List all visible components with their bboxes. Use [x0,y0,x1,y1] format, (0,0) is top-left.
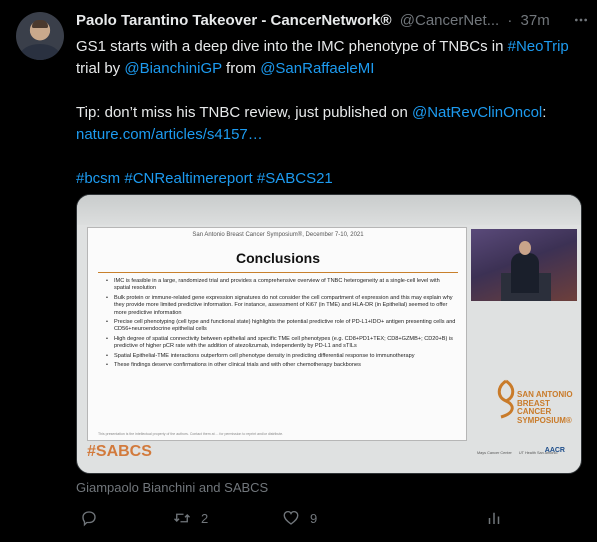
like-count: 9 [310,510,318,526]
speaker-video [471,229,577,301]
author-name[interactable]: Paolo Tarantino Takeover - CancerNetwork… [76,12,392,29]
slide-footer: This presentation is the intellectual pr… [98,432,284,436]
sabcs-hashtag-banner: #SABCS [87,443,152,460]
avatar-hair [32,20,48,28]
slide-bullet: IMC is feasible in a large, randomized t… [106,278,456,293]
analytics-icon [488,512,500,524]
slide-divider [98,272,458,273]
tweet-line-3: Tip: don’t miss his TNBC review, just pu… [76,102,576,124]
tweet-text-segment: Tip: don’t miss his TNBC review, just pu… [76,104,412,121]
speaker-head [519,241,531,255]
reply-icon [82,511,96,527]
slide-bullet: Spatial Epithelial-TME interactions outp… [106,353,456,361]
hashtag-neotrip-link[interactable]: #NeoTrip [508,38,569,55]
retweet-count: 2 [201,510,209,526]
mention-natrevclinoncol-link[interactable]: @NatRevClinOncol [412,104,542,121]
mention-bianchinigp-link[interactable]: @BianchiniGP [124,60,222,77]
sabcs-logo-text: SAN ANTONIO BREAST CANCER SYMPOSIUM® [517,390,573,425]
like-button[interactable]: 9 [282,508,317,528]
slide-bullet: Precise cell phenotyping (cell type and … [106,319,456,334]
retweet-icon [174,513,190,523]
partner-logos: Mays Cancer Center UT Health San Antonio… [477,447,577,467]
tweet-line-1: GS1 starts with a deep dive into the IMC… [76,36,576,58]
tweet-text: GS1 starts with a deep dive into the IMC… [76,36,576,190]
tweet-line-4: nature.com/articles/s4157… [76,124,576,146]
nature-article-link[interactable]: nature.com/articles/s4157… [76,126,263,143]
analytics-button[interactable] [485,508,503,528]
retweet-button[interactable]: 2 [173,508,208,528]
more-options-icon[interactable] [573,12,589,28]
mention-sanraffaelemi-link[interactable]: @SanRaffaeleMI [260,60,374,77]
slide-bullet: These findings deserve confirmations in … [106,362,456,370]
slide-header: San Antonio Breast Cancer Symposium®, De… [192,232,364,238]
slide-panel: San Antonio Breast Cancer Symposium®, De… [87,227,467,441]
hashtags-line[interactable]: #bcsm #CNRealtimereport #SABCS21 [76,168,576,190]
tweet-text-segment: trial by [76,60,125,77]
aacr-logo: AACR [544,447,565,454]
tweet-actions: 2 9 [76,508,506,528]
separator-dot: · [507,12,513,29]
author-handle[interactable]: @CancerNet... [400,12,499,29]
tweet-text-segment: : [542,104,547,121]
tweet[interactable]: Paolo Tarantino Takeover - CancerNetwork… [0,0,597,542]
tweet-header: Paolo Tarantino Takeover - CancerNetwork… [76,12,576,32]
heart-icon [283,510,299,525]
tweet-media-image[interactable]: San Antonio Breast Cancer Symposium®, De… [76,194,582,474]
slide-top-strip [77,195,581,225]
tweet-text-segment: GS1 starts with a deep dive into the IMC… [76,38,508,55]
slide-bullet: High degree of spatial connectivity betw… [106,336,456,351]
partner-logo: Mays Cancer Center [477,451,512,455]
slide-bullet: Bulk protein or immune-related gene expr… [106,295,456,317]
avatar-shoulders [20,44,60,60]
tweet-text-segment: from [221,60,261,77]
tweet-line-2: trial by @BianchiniGP from @SanRaffaeleM… [76,58,576,80]
slide-bullet-list: IMC is feasible in a large, randomized t… [106,278,456,371]
sabcs-ribbon-icon [497,379,515,419]
slide-title: Conclusions [235,250,320,266]
reply-button[interactable] [80,508,108,528]
avatar[interactable] [16,12,64,60]
media-caption[interactable]: Giampaolo Bianchini and SABCS [76,480,576,495]
tweet-time[interactable]: 37m [521,12,550,29]
speaker-body [511,253,539,293]
